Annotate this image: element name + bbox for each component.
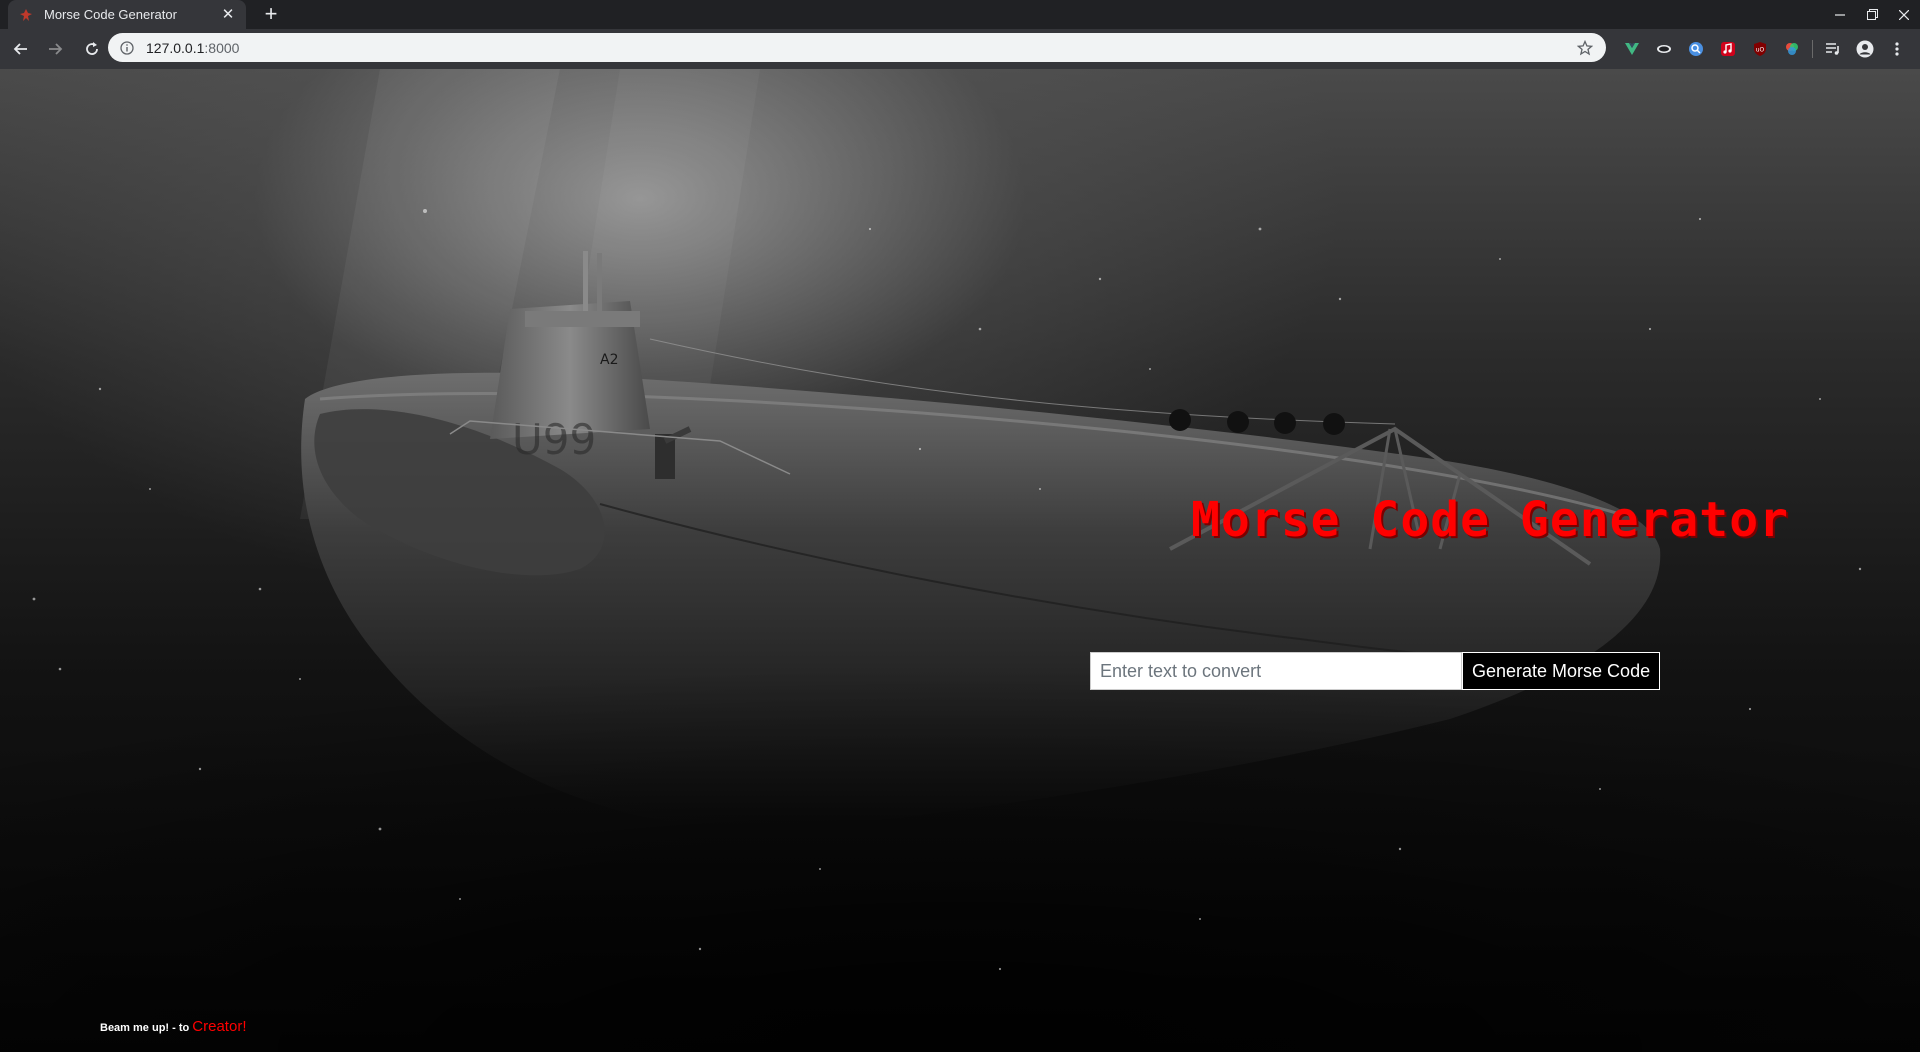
creator-link[interactable]: Creator!	[192, 1018, 246, 1035]
browser-toolbar: 127.0.0.1:8000 uO	[0, 29, 1920, 69]
window-controls	[1824, 0, 1920, 29]
page-title: Morse Code Generator	[1191, 492, 1789, 548]
url-host: 127.0.0.1	[146, 39, 205, 56]
page-content: A2 U99 Morse Code Generator Enter text t…	[0, 69, 1920, 1052]
close-window-icon[interactable]	[1888, 0, 1920, 29]
footer: Beam me up! - to Creator!	[100, 1018, 246, 1035]
reload-icon[interactable]	[76, 33, 108, 65]
forward-arrow-icon[interactable]	[40, 33, 72, 65]
bookmark-star-icon[interactable]	[1574, 37, 1596, 59]
morse-form: Generate Morse Code	[1090, 652, 1661, 690]
profile-avatar-icon[interactable]	[1849, 34, 1881, 64]
tab-title: Morse Code Generator	[44, 7, 177, 22]
url-text: 127.0.0.1:8000	[146, 40, 1574, 56]
svg-text:A2: A2	[600, 352, 618, 368]
browser-menu-icon[interactable]	[1881, 34, 1913, 64]
back-arrow-icon[interactable]	[4, 33, 36, 65]
ink-extension-icon[interactable]	[1648, 34, 1680, 64]
footer-text: Beam me up! - to	[100, 1022, 193, 1034]
color-picker-icon[interactable]	[1776, 34, 1808, 64]
url-port: :8000	[204, 39, 240, 56]
site-favicon-icon	[18, 7, 34, 23]
minimize-icon[interactable]	[1824, 0, 1856, 29]
toolbar-divider	[1812, 40, 1813, 58]
browser-tab-strip: Morse Code Generator ✕ +	[0, 0, 1920, 29]
svg-text:uO: uO	[1756, 47, 1765, 54]
generate-morse-button[interactable]: Generate Morse Code	[1462, 652, 1661, 690]
new-tab-button[interactable]: +	[258, 2, 284, 28]
search-extension-icon[interactable]	[1680, 34, 1712, 64]
text-input[interactable]	[1090, 652, 1462, 690]
address-bar[interactable]: 127.0.0.1:8000	[108, 33, 1606, 62]
vue-devtools-icon[interactable]	[1616, 34, 1648, 64]
site-info-icon[interactable]	[116, 37, 138, 59]
restore-icon[interactable]	[1856, 0, 1888, 29]
browser-tab-active[interactable]: Morse Code Generator ✕	[8, 0, 246, 29]
tab-close-icon[interactable]: ✕	[220, 6, 236, 23]
submarine-background-image: A2 U99	[0, 69, 1920, 1052]
extensions-bar: uO	[1616, 34, 1913, 64]
media-controls-icon[interactable]	[1817, 34, 1849, 64]
music-extension-icon[interactable]	[1712, 34, 1744, 64]
svg-text:U99: U99	[512, 415, 596, 464]
ublock-icon[interactable]: uO	[1744, 34, 1776, 64]
